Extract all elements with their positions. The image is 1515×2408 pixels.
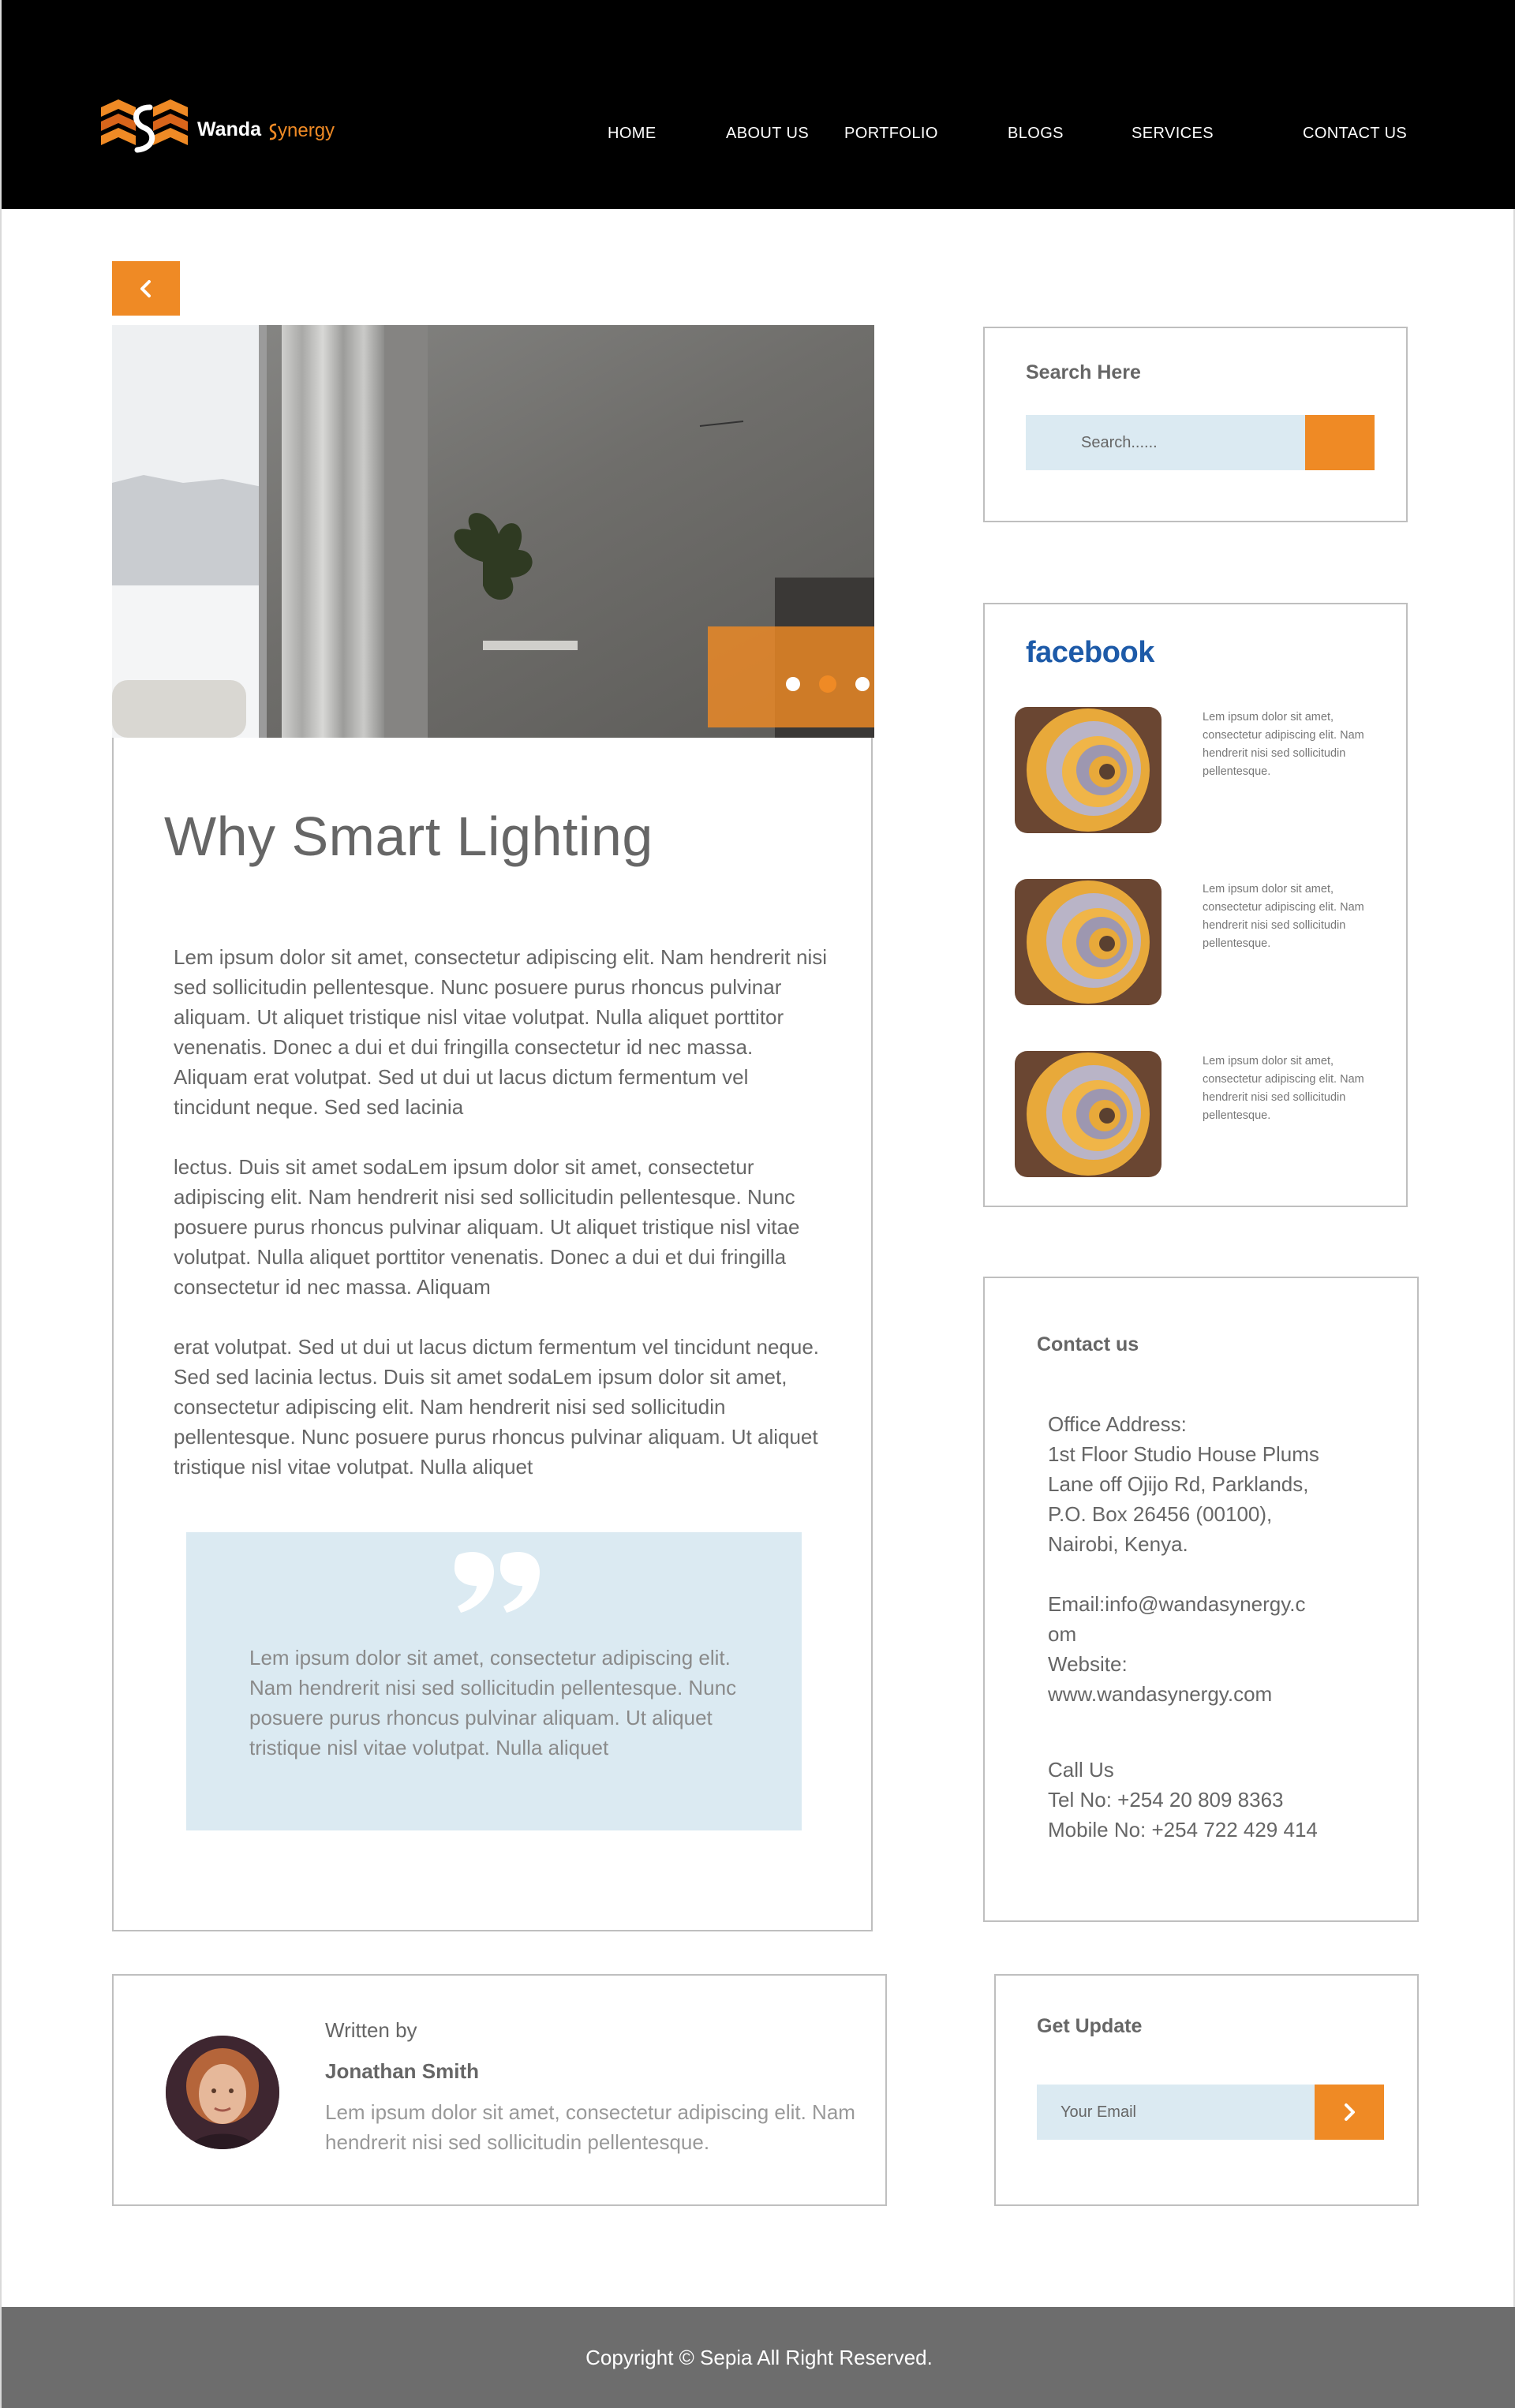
- contact-phone: Call Us Tel No: +254 20 809 8363 Mobile …: [1048, 1755, 1379, 1845]
- search-button[interactable]: [1305, 415, 1375, 470]
- tel-number[interactable]: Tel No: +254 20 809 8363: [1048, 1785, 1379, 1815]
- facebook-post[interactable]: Lem ipsum dolor sit amet, consectetur ad…: [1015, 1051, 1393, 1177]
- post-text: Lem ipsum dolor sit amet, consectetur ad…: [1203, 883, 1364, 950]
- post-text: Lem ipsum dolor sit amet, consectetur ad…: [1203, 711, 1364, 778]
- spiral-stair-image: [1015, 707, 1162, 833]
- nav-about-us[interactable]: ABOUT US: [726, 125, 809, 143]
- hero-slider: [112, 325, 874, 738]
- contact-online: Email:info@wandasynergy.c om Website: ww…: [1048, 1589, 1379, 1709]
- main-nav: HOME ABOUT US PORTFOLIO BLOGS SERVICES C…: [2, 125, 1515, 148]
- facebook-widget: facebook Lem ipsum dolor sit amet, conse…: [983, 603, 1408, 1207]
- post-thumbnail: [1015, 1051, 1162, 1177]
- slider-dot-3[interactable]: [855, 677, 870, 691]
- post-text: Lem ipsum dolor sit amet, consectetur ad…: [1203, 1055, 1364, 1122]
- contact-title: Contact us: [1037, 1333, 1139, 1355]
- nav-blogs[interactable]: BLOGS: [1008, 125, 1064, 143]
- address-line: Nairobi, Kenya.: [1048, 1532, 1188, 1556]
- address-line: Lane off Ojijo Rd, Parklands,: [1048, 1472, 1309, 1496]
- slider-dot-1[interactable]: [786, 677, 800, 691]
- author-bio: Lem ipsum dolor sit amet, consectetur ad…: [325, 2100, 855, 2154]
- article-paragraph: erat volutpat. Sed ut dui ut lacus dictu…: [174, 1335, 820, 1479]
- chevron-left-icon: [140, 279, 151, 297]
- newsletter-widget: Get Update: [994, 1974, 1419, 2206]
- slider-dot-2-active[interactable]: [819, 675, 836, 693]
- nav-contact-us[interactable]: CONTACT US: [1303, 125, 1407, 143]
- quote-text: Lem ipsum dolor sit amet, consectetur ad…: [249, 1646, 737, 1759]
- facebook-post[interactable]: Lem ipsum dolor sit amet, consectetur ad…: [1015, 879, 1393, 1005]
- address-line: P.O. Box 26456 (00100),: [1048, 1502, 1273, 1526]
- subscribe-button[interactable]: [1315, 2085, 1384, 2140]
- nav-portfolio[interactable]: PORTFOLIO: [844, 125, 938, 143]
- search-input[interactable]: [1026, 415, 1305, 470]
- article-paragraph: lectus. Duis sit amet sodaLem ipsum dolo…: [174, 1155, 800, 1299]
- author-name[interactable]: Jonathan Smith: [325, 2059, 479, 2084]
- office-address: Office Address: 1st Floor Studio House P…: [1048, 1409, 1379, 1559]
- site-header: Wanda ynergy HOME ABOUT US PORTFOLIO BLO…: [2, 0, 1515, 209]
- site-footer: Copyright © Sepia All Right Reserved.: [2, 2307, 1515, 2408]
- contact-widget: Contact us Office Address: 1st Floor Stu…: [983, 1277, 1419, 1922]
- email-line[interactable]: Email:info@wandasynergy.c: [1048, 1589, 1379, 1619]
- article-paragraph: Lem ipsum dolor sit amet, consectetur ad…: [174, 945, 828, 1119]
- email-field[interactable]: [1037, 2085, 1315, 2140]
- copyright-text: Copyright © Sepia All Right Reserved.: [585, 2346, 933, 2369]
- author-card: Written by Jonathan Smith Lem ipsum dolo…: [112, 1974, 887, 2206]
- nav-services[interactable]: SERVICES: [1132, 125, 1214, 143]
- address-line: 1st Floor Studio House Plums: [1048, 1442, 1319, 1466]
- facebook-logo[interactable]: facebook: [1026, 636, 1154, 670]
- quote-icon: [454, 1551, 540, 1613]
- website-label: Website:: [1048, 1652, 1128, 1676]
- written-by-label: Written by: [325, 2018, 417, 2042]
- chevron-right-icon: [1345, 2103, 1355, 2121]
- mobile-number[interactable]: Mobile No: +254 722 429 414: [1048, 1815, 1379, 1845]
- author-photo: [166, 2036, 279, 2149]
- facebook-post[interactable]: Lem ipsum dolor sit amet, consectetur ad…: [1015, 707, 1393, 833]
- search-widget: Search Here: [983, 327, 1408, 522]
- spiral-stair-image: [1015, 1051, 1162, 1177]
- search-title: Search Here: [1026, 361, 1141, 383]
- address-label: Office Address:: [1048, 1412, 1187, 1436]
- article-title: Why Smart Lighting: [164, 806, 653, 867]
- post-thumbnail: [1015, 707, 1162, 833]
- website-link[interactable]: www.wandasynergy.com: [1048, 1679, 1379, 1709]
- call-label: Call Us: [1048, 1758, 1114, 1782]
- newsletter-title: Get Update: [1037, 2015, 1143, 2037]
- spiral-stair-image: [1015, 879, 1162, 1005]
- nav-home[interactable]: HOME: [608, 125, 656, 143]
- back-button[interactable]: [112, 261, 180, 316]
- post-thumbnail: [1015, 879, 1162, 1005]
- blockquote: Lem ipsum dolor sit amet, consectetur ad…: [186, 1532, 802, 1830]
- page: Wanda ynergy HOME ABOUT US PORTFOLIO BLO…: [0, 0, 1515, 2408]
- article-card: Why Smart Lighting Lem ipsum dolor sit a…: [112, 325, 874, 1931]
- email-line[interactable]: om: [1048, 1619, 1379, 1649]
- avatar: [166, 2036, 279, 2149]
